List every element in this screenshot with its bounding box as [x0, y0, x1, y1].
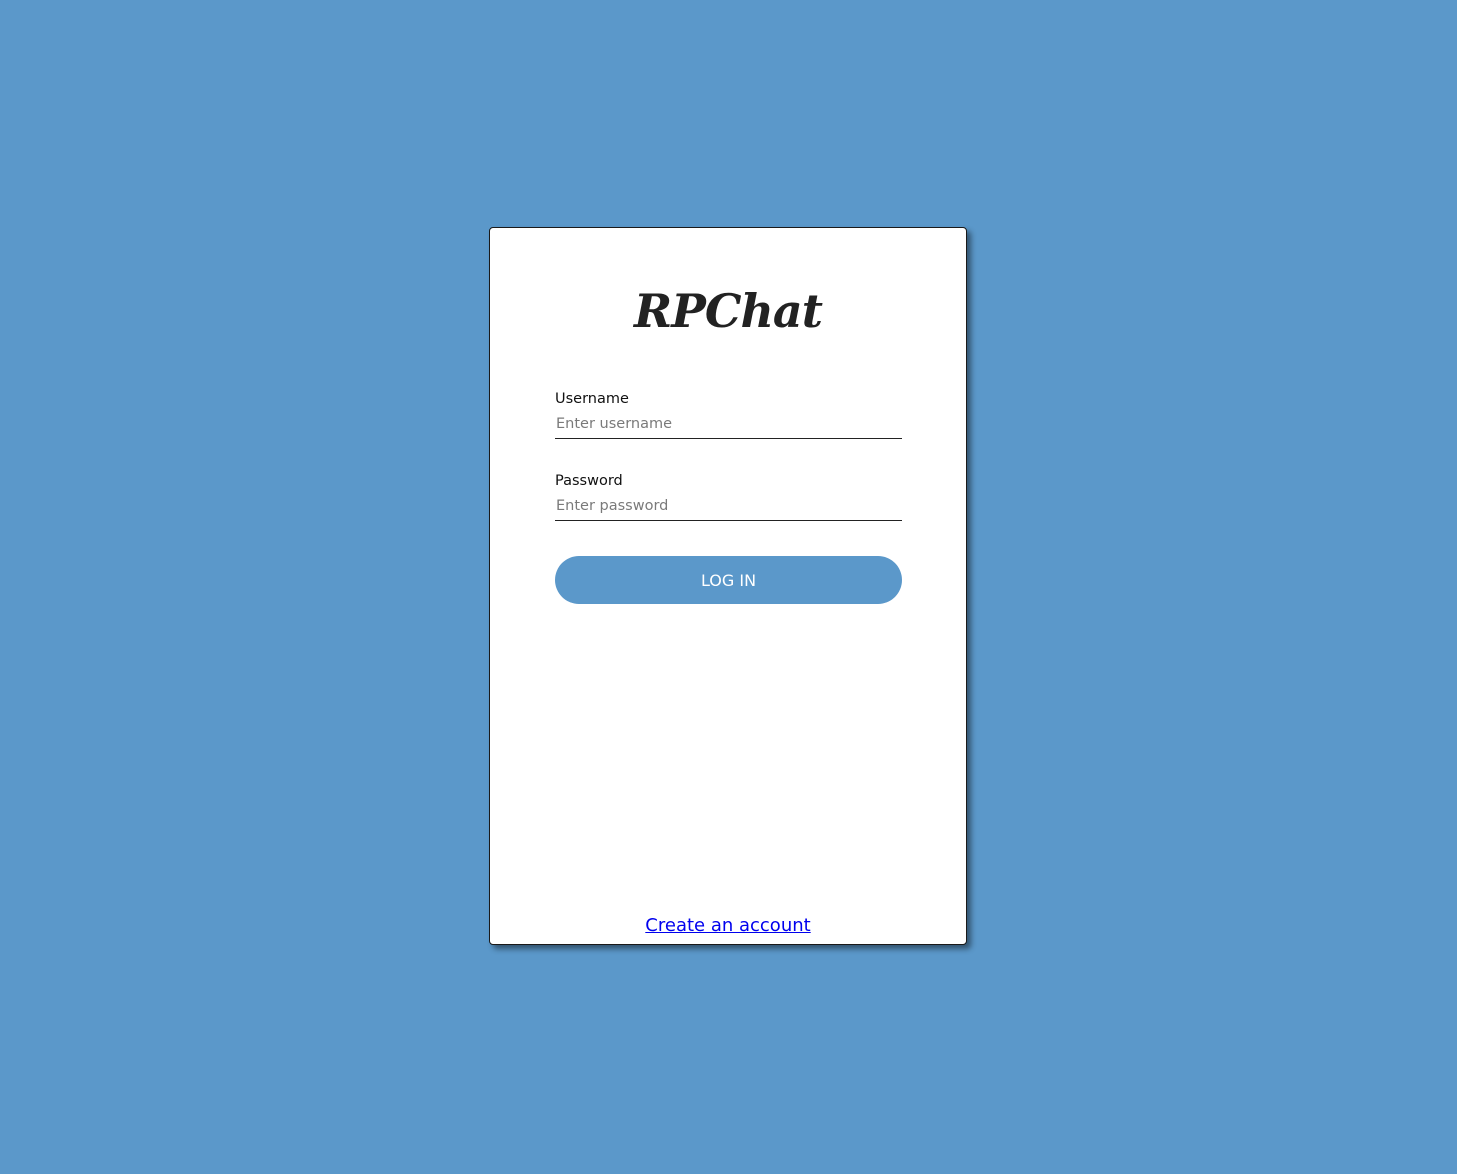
- password-input[interactable]: [555, 495, 902, 521]
- login-button[interactable]: LOG IN: [555, 556, 902, 604]
- password-label: Password: [555, 473, 623, 489]
- password-field-group: Password: [555, 473, 902, 521]
- login-card: RPChat Username Password LOG IN Create a…: [489, 227, 967, 945]
- create-account-link[interactable]: Create an account: [645, 915, 810, 936]
- username-field-group: Username: [555, 391, 902, 439]
- username-input[interactable]: [555, 413, 902, 439]
- create-account-container: Create an account: [490, 915, 966, 936]
- username-label: Username: [555, 391, 629, 407]
- app-logo: RPChat: [634, 284, 823, 338]
